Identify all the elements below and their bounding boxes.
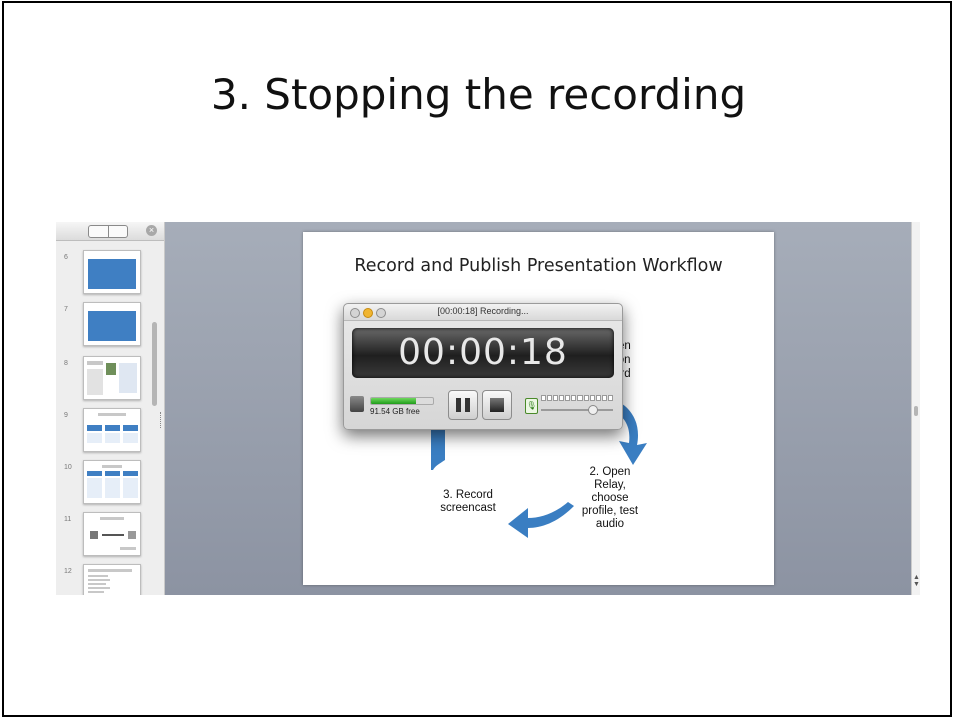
- audio-level-meter: [541, 395, 613, 401]
- pause-icon: [456, 398, 461, 412]
- step3-line: 3. Record: [443, 489, 493, 501]
- timer-display: 00:00:18: [352, 328, 614, 378]
- pause-button[interactable]: [448, 390, 478, 420]
- step3-text: 3. Record screencast: [428, 489, 508, 515]
- meter-segment: [583, 395, 589, 401]
- meter-segment: [547, 395, 553, 401]
- step2-line: choose: [591, 492, 629, 504]
- volume-slider[interactable]: [541, 409, 613, 411]
- meter-segment: [607, 395, 613, 401]
- meter-segment: [541, 395, 547, 401]
- step2-line: 2. Open: [589, 466, 631, 478]
- meter-segment: [559, 395, 565, 401]
- microphone-icon[interactable]: 🎙: [525, 398, 538, 414]
- stop-icon: [490, 398, 504, 412]
- step2-line: Relay,: [594, 479, 626, 491]
- recording-title: [00:00:18] Recording...: [437, 306, 529, 316]
- navigator-scrollbar[interactable]: [152, 322, 157, 406]
- slide-thumbnail[interactable]: [83, 512, 141, 556]
- thumb-number: 9: [64, 412, 68, 419]
- disk-free-label: 91.54 GB free: [370, 407, 420, 416]
- meter-segment: [571, 395, 577, 401]
- pause-icon-bar: [465, 398, 470, 412]
- slide-title: Record and Publish Presentation Workflow: [354, 256, 723, 276]
- thumb-number: 12: [64, 568, 72, 575]
- meter-segment: [565, 395, 571, 401]
- meter-segment: [553, 395, 559, 401]
- slide-thumbnail[interactable]: [83, 408, 141, 452]
- meter-segment: [595, 395, 601, 401]
- thumb-number: 6: [64, 254, 68, 261]
- slide-thumbnail[interactable]: [83, 460, 141, 504]
- resize-grip[interactable]: [160, 412, 164, 428]
- step2-text: 2. Open Relay, choose profile, test audi…: [565, 466, 655, 531]
- thumb-number: 10: [64, 464, 72, 471]
- meter-segment: [589, 395, 595, 401]
- timer-text: 00:00:18: [398, 332, 568, 373]
- slide-navigator: × 6 7 8 9 10 11 12: [56, 222, 165, 595]
- disk-usage-bar: [370, 397, 434, 405]
- page-nav-arrows-icon[interactable]: ▲ ▼: [913, 574, 920, 588]
- recording-titlebar[interactable]: [00:00:18] Recording...: [344, 304, 622, 321]
- disk-icon: [350, 396, 364, 412]
- step2-line: audio: [595, 518, 625, 530]
- volume-slider-knob[interactable]: [588, 405, 598, 415]
- close-icon[interactable]: ×: [146, 225, 157, 236]
- page-title: 3. Stopping the recording: [210, 70, 747, 119]
- slide-thumbnail[interactable]: [83, 302, 141, 346]
- slide-thumbnail[interactable]: [83, 250, 141, 294]
- slide-thumbnail[interactable]: [83, 356, 141, 400]
- thumb-number: 11: [64, 516, 72, 523]
- thumb-number: 8: [64, 360, 68, 367]
- step2-line: profile, test: [581, 505, 639, 517]
- view-toggle-icon[interactable]: [88, 225, 128, 238]
- meter-segment: [601, 395, 607, 401]
- navigator-toolbar: ×: [56, 222, 164, 241]
- keynote-screenshot: × 6 7 8 9 10 11 12 Record and Publish Pr…: [56, 222, 920, 595]
- meter-segment: [577, 395, 583, 401]
- thumb-number: 7: [64, 306, 68, 313]
- recording-window[interactable]: [00:00:18] Recording... 00:00:18 91.54 G…: [343, 303, 623, 430]
- slide-page: 3. Stopping the recording × 6 7 8 9 10 1…: [0, 0, 957, 721]
- slide-thumbnail[interactable]: [83, 564, 141, 595]
- step3-line: screencast: [440, 502, 496, 514]
- scroll-knob[interactable]: [914, 406, 918, 416]
- disk-usage-fill: [371, 398, 416, 404]
- stop-button[interactable]: [482, 390, 512, 420]
- canvas-scrollbar[interactable]: ▲ ▼: [911, 222, 920, 595]
